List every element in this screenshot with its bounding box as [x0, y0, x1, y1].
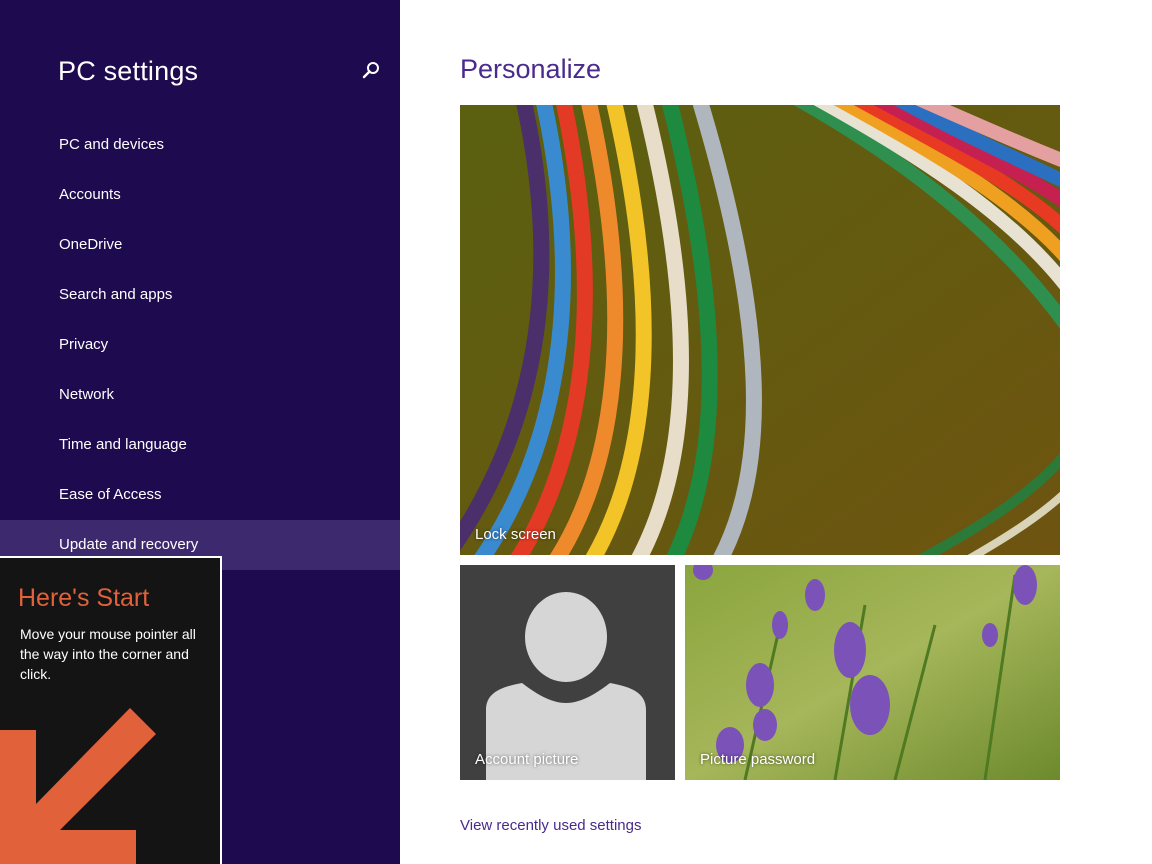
sidebar-item-search-and-apps[interactable]: Search and apps [0, 270, 400, 320]
sidebar-item-pc-and-devices[interactable]: PC and devices [0, 120, 400, 170]
sidebar-item-accounts[interactable]: Accounts [0, 170, 400, 220]
search-icon[interactable] [360, 60, 382, 82]
sidebar-item-network[interactable]: Network [0, 370, 400, 420]
pc-settings-window: PC settings PC and devices Accounts OneD… [0, 0, 1152, 864]
picture-password-tile[interactable]: Picture password [685, 565, 1060, 780]
main-content: Personalize Lock screen Account picture … [400, 0, 1152, 864]
user-silhouette-icon [460, 565, 675, 780]
sidebar-item-privacy[interactable]: Privacy [0, 320, 400, 370]
lock-screen-image [460, 105, 1060, 555]
lock-screen-label: Lock screen [475, 526, 556, 543]
account-picture-label: Account picture [475, 751, 579, 768]
start-hint-body: Move your mouse pointer all the way into… [20, 626, 196, 682]
start-hint-flyout: Here's Start Move your mouse pointer all… [0, 556, 222, 864]
sidebar-title: PC settings [58, 56, 199, 86]
sidebar-item-ease-of-access[interactable]: Ease of Access [0, 470, 400, 520]
view-recent-settings-link[interactable]: View recently used settings [460, 817, 642, 834]
sidebar-item-onedrive[interactable]: OneDrive [0, 220, 400, 270]
arrow-down-left-icon [0, 708, 156, 864]
start-hint-title: Here's Start [18, 584, 150, 612]
picture-password-label: Picture password [700, 751, 816, 768]
sidebar-nav: PC and devices Accounts OneDrive Search … [0, 120, 400, 570]
lock-screen-tile[interactable]: Lock screen [460, 105, 1060, 555]
picture-password-image [685, 565, 1060, 780]
sidebar-item-time-and-language[interactable]: Time and language [0, 420, 400, 470]
account-picture-tile[interactable]: Account picture [460, 565, 675, 780]
page-title: Personalize [460, 54, 602, 84]
